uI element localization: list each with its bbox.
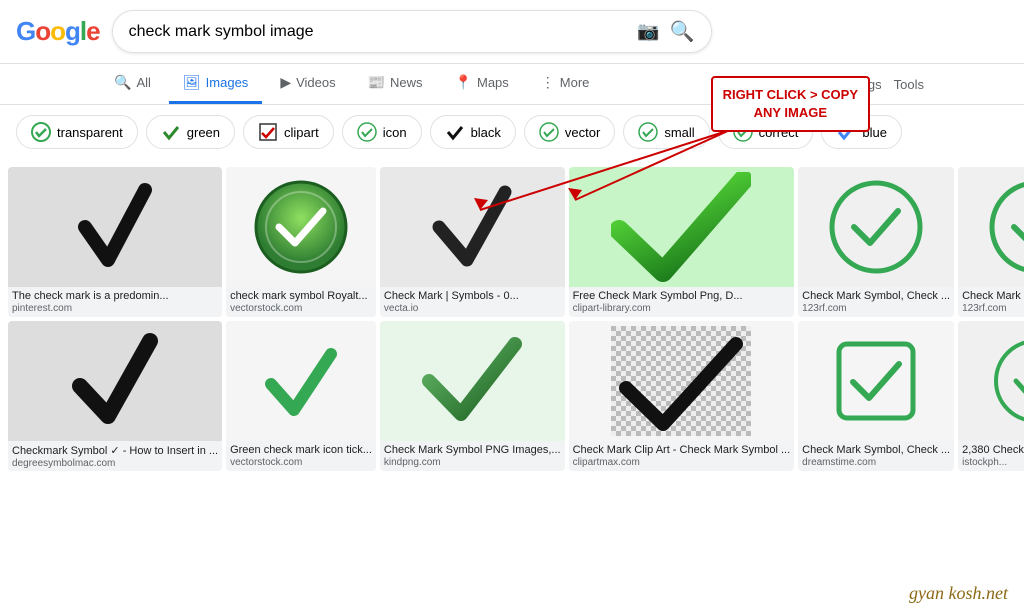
chip-green[interactable]: green xyxy=(146,115,235,149)
image-grid: The check mark is a predomin... pinteres… xyxy=(0,159,1024,479)
grid-col-1: The check mark is a predomin... pinteres… xyxy=(8,167,222,471)
image-title-11: Check Mark Symbol, Check ... xyxy=(798,441,954,457)
image-card-3[interactable]: Check Mark | Symbols - 0... vecta.io xyxy=(380,167,565,317)
image-title-7: Checkmark Symbol ✓ - How to Insert in ..… xyxy=(8,441,222,458)
image-source-6: 123rf.com xyxy=(958,303,1024,317)
nav-all[interactable]: 🔍 All xyxy=(100,64,165,104)
filter-chips: transparent green clipart icon black vec… xyxy=(0,105,1024,159)
image-title-9: Check Mark Symbol PNG Images,... xyxy=(380,441,565,457)
nav-more[interactable]: ⋮ More xyxy=(527,64,604,104)
image-source-3: vecta.io xyxy=(380,303,565,317)
images-icon: 🖼 xyxy=(183,74,201,91)
image-source-11: dreamstime.com xyxy=(798,457,954,471)
chip-icon-icon xyxy=(357,122,377,142)
tooltip-line1: RIGHT CLICK > COPY xyxy=(723,87,858,102)
chip-green-label: green xyxy=(187,125,220,140)
nav-news-label: News xyxy=(390,75,423,90)
nav-images[interactable]: 🖼 Images xyxy=(169,64,262,104)
image-source-2: vectorstock.com xyxy=(226,303,376,317)
nav-bar: 🔍 All 🖼 Images ▶ Videos 📰 News 📍 Maps ⋮ … xyxy=(0,64,1024,105)
image-title-10: Check Mark Clip Art - Check Mark Symbol … xyxy=(569,441,795,457)
image-source-5: 123rf.com xyxy=(798,303,954,317)
news-icon: 📰 xyxy=(368,74,385,91)
grid-col-5: Check Mark Symbol, Check ... 123rf.com C… xyxy=(798,167,954,471)
chip-icon[interactable]: icon xyxy=(342,115,422,149)
tooltip-box: RIGHT CLICK > COPY ANY IMAGE xyxy=(711,76,870,132)
chip-green-icon xyxy=(161,122,181,142)
image-card-1[interactable]: The check mark is a predomin... pinteres… xyxy=(8,167,222,317)
image-title-8: Green check mark icon tick... xyxy=(226,441,376,457)
image-card-12[interactable]: 2,380 Check... istockph... xyxy=(958,321,1024,471)
image-source-7: degreesymbolmac.com xyxy=(8,458,222,471)
tools-link[interactable]: Tools xyxy=(894,77,924,92)
image-title-5: Check Mark Symbol, Check ... xyxy=(798,287,954,303)
image-source-12: istockph... xyxy=(958,457,1024,471)
image-title-2: check mark symbol Royalt... xyxy=(226,287,376,303)
image-source-10: clipartmax.com xyxy=(569,457,795,471)
chip-icon-label: icon xyxy=(383,125,407,140)
grid-col-6: Check Mark Symbol, Check ... 123rf.com 2… xyxy=(958,167,1024,471)
videos-icon: ▶ xyxy=(280,74,291,91)
image-card-7[interactable]: Checkmark Symbol ✓ - How to Insert in ..… xyxy=(8,321,222,471)
image-source-9: kindpng.com xyxy=(380,457,565,471)
nav-all-label: All xyxy=(136,75,150,90)
grid-col-2: check mark symbol Royalt... vectorstock.… xyxy=(226,167,376,471)
image-source-1: pinterest.com xyxy=(8,303,222,317)
chip-black-icon xyxy=(445,122,465,142)
google-logo: Google xyxy=(16,16,100,47)
image-card-5[interactable]: Check Mark Symbol, Check ... 123rf.com xyxy=(798,167,954,317)
nav-images-label: Images xyxy=(206,75,249,90)
camera-icon[interactable]: 📷 xyxy=(637,21,659,42)
image-title-4: Free Check Mark Symbol Png, D... xyxy=(569,287,795,303)
chip-transparent-icon xyxy=(31,122,51,142)
chip-black[interactable]: black xyxy=(430,115,516,149)
chip-transparent-label: transparent xyxy=(57,125,123,140)
image-card-9[interactable]: Check Mark Symbol PNG Images,... kindpng… xyxy=(380,321,565,471)
more-icon: ⋮ xyxy=(541,74,555,91)
image-source-4: clipart-library.com xyxy=(569,303,795,317)
search-button[interactable]: 🔍 xyxy=(670,19,695,44)
chip-clipart-label: clipart xyxy=(284,125,319,140)
grid-col-3: Check Mark | Symbols - 0... vecta.io Che… xyxy=(380,167,565,471)
image-title-3: Check Mark | Symbols - 0... xyxy=(380,287,565,303)
image-title-12: 2,380 Check... xyxy=(958,441,1024,457)
watermark: gyan kosh.net xyxy=(909,583,1008,604)
nav-videos[interactable]: ▶ Videos xyxy=(266,64,349,104)
chip-clipart-icon xyxy=(258,122,278,142)
chip-small[interactable]: small xyxy=(623,115,709,149)
image-card-8[interactable]: Green check mark icon tick... vectorstoc… xyxy=(226,321,376,471)
image-card-6[interactable]: Check Mark Symbol, Check ... 123rf.com xyxy=(958,167,1024,317)
tooltip-line2: ANY IMAGE xyxy=(754,105,827,120)
all-icon: 🔍 xyxy=(114,74,131,91)
image-card-4[interactable]: Free Check Mark Symbol Png, D... clipart… xyxy=(569,167,795,317)
image-title-1: The check mark is a predomin... xyxy=(8,287,222,303)
header: Google 📷 🔍 xyxy=(0,0,1024,64)
chip-vector-icon xyxy=(539,122,559,142)
maps-icon: 📍 xyxy=(455,74,472,91)
search-bar: 📷 🔍 xyxy=(112,10,712,53)
chip-small-label: small xyxy=(664,125,694,140)
nav-maps-label: Maps xyxy=(477,75,509,90)
grid-col-4: Free Check Mark Symbol Png, D... clipart… xyxy=(569,167,795,471)
chip-small-icon xyxy=(638,122,658,142)
nav-videos-label: Videos xyxy=(296,75,336,90)
chip-vector[interactable]: vector xyxy=(524,115,615,149)
chip-clipart[interactable]: clipart xyxy=(243,115,334,149)
chip-vector-label: vector xyxy=(565,125,600,140)
chip-transparent[interactable]: transparent xyxy=(16,115,138,149)
search-input[interactable] xyxy=(129,23,638,41)
image-title-6: Check Mark Symbol, Check ... xyxy=(958,287,1024,303)
image-card-11[interactable]: Check Mark Symbol, Check ... dreamstime.… xyxy=(798,321,954,471)
chip-black-label: black xyxy=(471,125,501,140)
nav-more-label: More xyxy=(560,75,590,90)
image-card-10[interactable]: Check Mark Clip Art - Check Mark Symbol … xyxy=(569,321,795,471)
nav-news[interactable]: 📰 News xyxy=(354,64,437,104)
image-card-2[interactable]: check mark symbol Royalt... vectorstock.… xyxy=(226,167,376,317)
nav-maps[interactable]: 📍 Maps xyxy=(441,64,523,104)
image-source-8: vectorstock.com xyxy=(226,457,376,471)
